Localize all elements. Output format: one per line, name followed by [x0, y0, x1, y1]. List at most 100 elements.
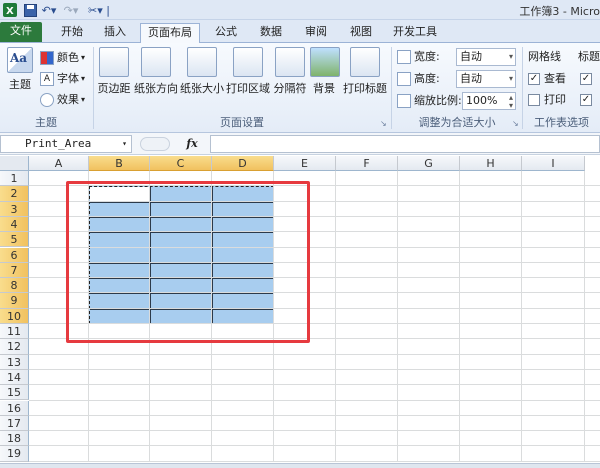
- width-value: 自动: [460, 50, 482, 63]
- ribbon-tab-bar: 文件 开始 插入 页面布局 公式 数据 审阅 视图 开发工具: [0, 20, 600, 44]
- theme-colors-label: 颜色: [57, 51, 79, 64]
- undo-icon[interactable]: ↶▾: [40, 2, 58, 18]
- print-titles-button[interactable]: 打印标题: [342, 47, 388, 105]
- print-titles-label: 打印标题: [343, 82, 387, 95]
- theme-effects-button[interactable]: 效果 ▾: [40, 91, 85, 109]
- dialog-launcher-icon[interactable]: ↘: [380, 119, 387, 128]
- redo-icon[interactable]: ↷▾: [62, 2, 80, 18]
- row-header-18[interactable]: 18: [0, 431, 29, 447]
- tab-insert[interactable]: 插入: [95, 23, 135, 43]
- margins-label: 页边距: [97, 82, 131, 95]
- checkbox-checked-icon[interactable]: ✓: [580, 73, 592, 85]
- row-header-9[interactable]: 9: [0, 293, 29, 309]
- orientation-button[interactable]: 纸张方向: [134, 47, 178, 105]
- spinner-arrows-icon[interactable]: ▴ ▾: [509, 94, 513, 110]
- headings-print-option[interactable]: ✓: [580, 91, 596, 109]
- headings-view-option[interactable]: ✓: [580, 70, 596, 88]
- scale-row: 缩放比例:: [397, 92, 462, 110]
- column-header-g[interactable]: G: [398, 156, 460, 171]
- column-header-c[interactable]: C: [150, 156, 212, 171]
- checkbox-unchecked-icon[interactable]: [528, 94, 540, 106]
- row-header-4[interactable]: 4: [0, 216, 29, 233]
- row-header-8[interactable]: 8: [0, 278, 29, 294]
- insert-function-button[interactable]: fx: [180, 136, 204, 152]
- margins-icon: [99, 47, 129, 77]
- checkbox-checked-icon[interactable]: ✓: [580, 94, 592, 106]
- checkbox-checked-icon[interactable]: ✓: [528, 73, 540, 85]
- column-header-i[interactable]: I: [522, 156, 585, 171]
- row-gridline: [29, 384, 600, 386]
- row-header-6[interactable]: 6: [0, 247, 29, 263]
- gridlines-print-option[interactable]: 打印: [528, 91, 566, 109]
- highlight-annotation-box: [66, 181, 310, 343]
- height-dropdown[interactable]: 自动 ▾: [456, 70, 516, 88]
- tab-view[interactable]: 视图: [341, 23, 381, 43]
- page-setup-group-label: 页面设置: [220, 116, 264, 129]
- row-header-13[interactable]: 13: [0, 354, 29, 370]
- margins-button[interactable]: 页边距: [97, 47, 131, 105]
- row-gridline: [29, 353, 600, 355]
- width-row: 宽度:: [397, 48, 440, 66]
- tab-data[interactable]: 数据: [251, 23, 291, 43]
- row-header-19[interactable]: 19: [0, 446, 29, 462]
- theme-fonts-button[interactable]: A 字体 ▾: [40, 70, 85, 88]
- row-header-12[interactable]: 12: [0, 339, 29, 355]
- row-header-17[interactable]: 17: [0, 415, 29, 432]
- row-header-11[interactable]: 11: [0, 324, 29, 340]
- gridlines-heading: 网格线: [528, 50, 561, 63]
- row-header-16[interactable]: 16: [0, 400, 29, 416]
- tab-file[interactable]: 文件: [0, 22, 42, 42]
- width-dropdown[interactable]: 自动 ▾: [456, 48, 516, 66]
- dialog-launcher-icon[interactable]: ↘: [512, 119, 519, 128]
- tab-formulas[interactable]: 公式: [206, 23, 246, 43]
- theme-colors-button[interactable]: 颜色 ▾: [40, 49, 85, 67]
- orientation-label: 纸张方向: [134, 82, 178, 95]
- column-header-d[interactable]: D: [212, 156, 274, 171]
- row-header-15[interactable]: 15: [0, 385, 29, 401]
- row-header-2[interactable]: 2: [0, 186, 29, 202]
- tab-review[interactable]: 审阅: [296, 23, 336, 43]
- themes-button[interactable]: Aa 主题: [3, 47, 37, 105]
- ribbon-page-layout: Aa 主题 颜色 ▾ A 字体 ▾ 效果 ▾ 主题 页边距 纸张方向 纸张大小 打印区…: [0, 43, 600, 133]
- scale-value: 100%: [466, 94, 498, 107]
- row-header-14[interactable]: 14: [0, 369, 29, 386]
- formula-bar-handle[interactable]: [140, 137, 170, 151]
- breaks-button[interactable]: 分隔符: [272, 47, 308, 105]
- column-header-f[interactable]: F: [336, 156, 398, 171]
- background-button[interactable]: 背景: [310, 47, 340, 105]
- column-header-b[interactable]: B: [89, 156, 150, 171]
- row-gridline: [29, 414, 600, 416]
- customize-quick-access-icon[interactable]: ✂▾ |: [86, 2, 112, 18]
- chevron-down-icon: ▾: [508, 52, 513, 61]
- column-header-e[interactable]: E: [274, 156, 336, 171]
- row-header-5[interactable]: 5: [0, 232, 29, 248]
- printer-icon: [233, 47, 263, 77]
- gridlines-view-label: 查看: [544, 72, 566, 85]
- row-header-3[interactable]: 3: [0, 201, 29, 217]
- tab-home[interactable]: 开始: [52, 23, 92, 43]
- formula-input[interactable]: [210, 135, 600, 153]
- gridlines-view-option[interactable]: ✓ 查看: [528, 70, 566, 88]
- row-header-10[interactable]: 10: [0, 308, 29, 324]
- theme-effects-label: 效果: [57, 93, 79, 106]
- scale-spinner[interactable]: 100% ▴ ▾: [462, 92, 516, 110]
- gridlines-print-label: 打印: [544, 93, 566, 106]
- name-box[interactable]: Print_Area ▾: [0, 135, 132, 153]
- height-icon: [397, 72, 411, 86]
- themes-group-label: 主题: [35, 116, 57, 129]
- row-gridline: [29, 460, 600, 462]
- horizontal-scroll-strip[interactable]: [0, 463, 600, 468]
- print-area-button[interactable]: 打印区域: [226, 47, 270, 105]
- page-size-icon: [187, 47, 217, 77]
- save-icon[interactable]: [22, 2, 38, 18]
- row-header-7[interactable]: 7: [0, 262, 29, 279]
- column-header-a[interactable]: A: [29, 156, 89, 171]
- row-gridline: [29, 445, 600, 447]
- chevron-down-icon[interactable]: ▾: [122, 136, 127, 152]
- size-button[interactable]: 纸张大小: [180, 47, 224, 105]
- row-header-1[interactable]: 1: [0, 171, 29, 187]
- tab-page-layout[interactable]: 页面布局: [140, 23, 200, 44]
- tab-developer[interactable]: 开发工具: [386, 23, 444, 43]
- select-all-corner[interactable]: [0, 156, 29, 171]
- column-header-h[interactable]: H: [460, 156, 522, 171]
